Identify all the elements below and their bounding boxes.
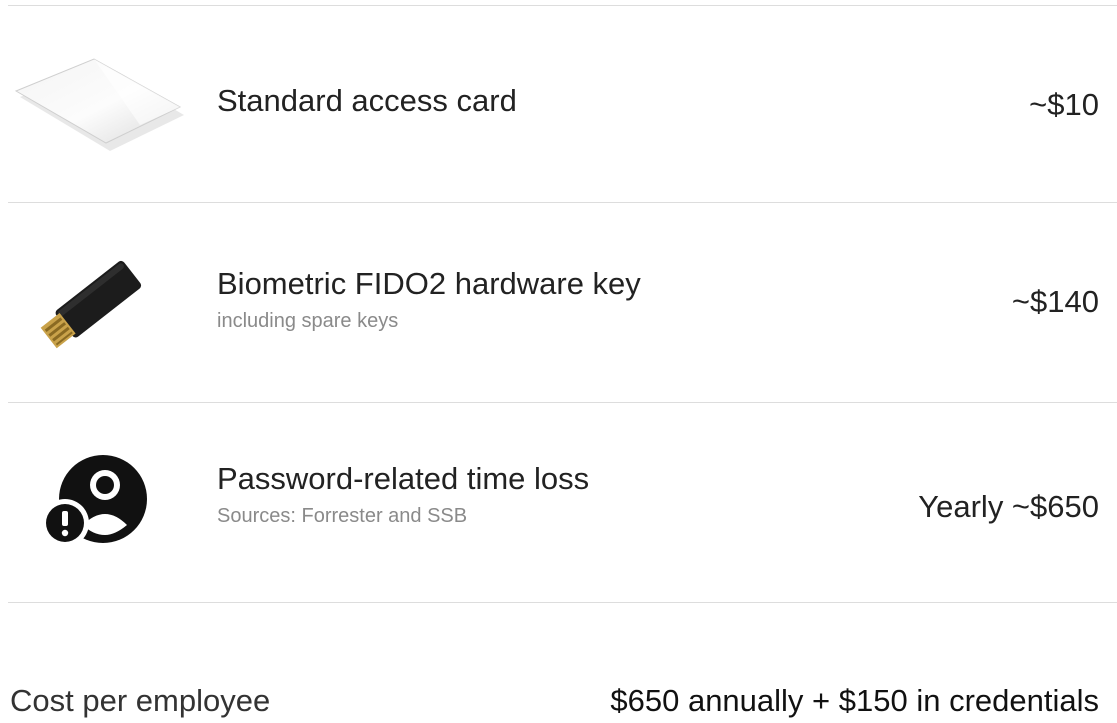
cost-row-access-card: Standard access card ~$10 <box>0 5 1117 202</box>
password-loss-subtitle: Sources: Forrester and SSB <box>217 505 468 528</box>
access-card-price: ~$10 <box>1029 87 1099 122</box>
access-card-title: Standard access card <box>217 83 517 118</box>
usb-key-icon <box>8 247 188 357</box>
cost-row-fido2-key: Biometric FIDO2 hardware key including s… <box>0 203 1117 402</box>
user-alert-icon <box>8 451 188 551</box>
fido2-key-title: Biometric FIDO2 hardware key <box>217 266 641 301</box>
password-loss-price: Yearly ~$650 <box>918 489 1099 524</box>
fido2-key-text: Biometric FIDO2 hardware key including s… <box>217 265 641 333</box>
cost-breakdown-panel: Standard access card ~$10 Biometric FIDO… <box>0 0 1117 723</box>
access-card-icon <box>8 55 188 151</box>
fido2-key-subtitle: including spare keys <box>217 310 399 333</box>
access-card-text: Standard access card <box>217 82 517 119</box>
cost-row-password-time-loss: Password-related time loss Sources: Forr… <box>0 403 1117 602</box>
password-loss-title: Password-related time loss <box>217 461 590 496</box>
password-loss-text: Password-related time loss Sources: Forr… <box>217 460 589 528</box>
summary-label: Cost per employee <box>10 683 271 718</box>
summary-value: $650 annually + $150 in credentials <box>610 683 1099 718</box>
fido2-key-price: ~$140 <box>1011 284 1099 319</box>
divider-3 <box>8 602 1117 603</box>
